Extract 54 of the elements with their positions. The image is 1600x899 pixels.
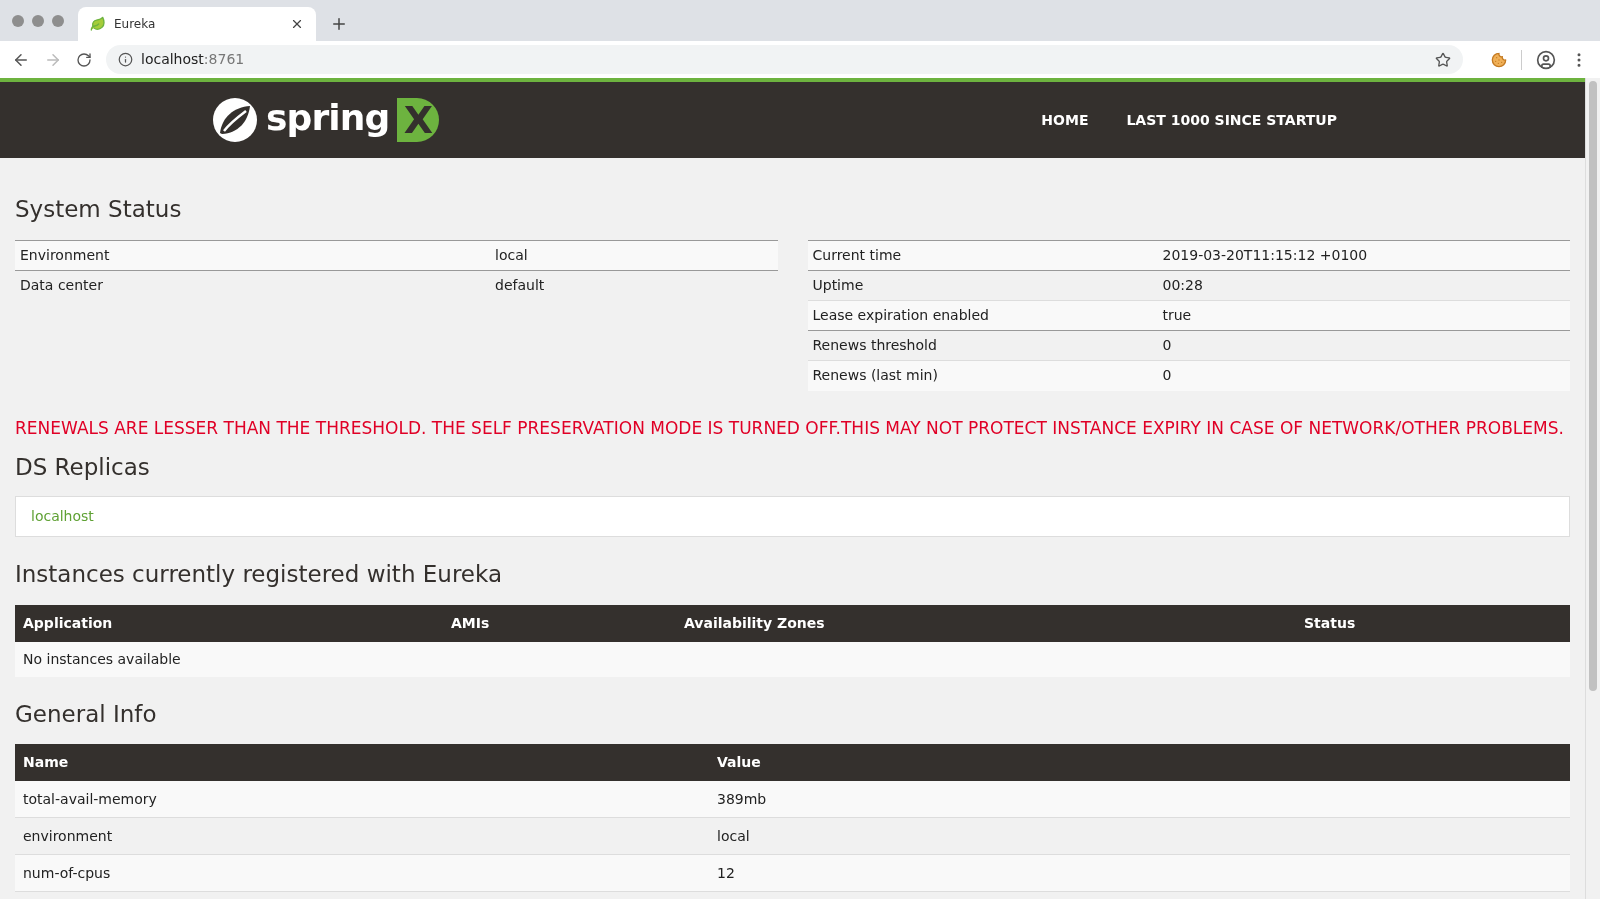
- logo-badge: X: [397, 98, 440, 142]
- table-cell-text: Current time: [811, 245, 903, 265]
- section-heading: General Info: [15, 699, 158, 729]
- table-cell-text: Environment: [19, 245, 111, 265]
- table-cell-text: 389mb: [716, 789, 768, 809]
- url-text: localhost:8761: [141, 50, 246, 69]
- table-cell-text: Renews threshold: [811, 335, 938, 355]
- cookie-icon[interactable]: [1491, 51, 1507, 68]
- warning-message: RENEWALS ARE LESSER THAN THE THRESHOLD. THE SELF PRESERVATION MODE IS TURNED OFF.THIS MAY NOT PROTECT INSTANCE EXPIRY IN CASE OF NETWORK/OTHER PROBLEMS.: [15, 418, 1565, 438]
- table-cell-text: default: [494, 275, 546, 295]
- column-header: Availability Zones: [683, 613, 826, 633]
- column-header: Status: [1303, 613, 1357, 633]
- table-cell-text: 0: [1161, 365, 1173, 385]
- column-header: AMIs: [450, 613, 491, 633]
- table-cell-text: 00:28: [1161, 275, 1204, 295]
- scrollbar-thumb[interactable]: [1589, 81, 1597, 691]
- table-cell-text: 2019-03-20T11:15:12 +0100: [1161, 245, 1369, 265]
- column-header: Value: [716, 753, 762, 772]
- leaf-icon: [90, 16, 106, 32]
- table-cell-text: total-avail-memory: [22, 789, 158, 809]
- table-cell-text: environment: [22, 826, 114, 846]
- table-cell-text: local: [716, 826, 751, 846]
- table-cell-text: local: [494, 245, 529, 265]
- new-tab-icon[interactable]: [330, 15, 348, 33]
- leaf-icon: [212, 97, 258, 143]
- nav-link[interactable]: HOME: [1041, 109, 1089, 131]
- profile-icon[interactable]: [1536, 49, 1556, 70]
- table-cell-text: No instances available: [23, 649, 181, 669]
- column-header: Name: [22, 753, 70, 772]
- table-cell-text: true: [1161, 305, 1193, 325]
- close-icon[interactable]: [290, 17, 304, 31]
- table-cell-text: Renews (last min): [811, 365, 939, 385]
- table-cell-text: Uptime: [811, 275, 865, 295]
- star-icon[interactable]: [1435, 51, 1451, 68]
- spring-logo[interactable]: spring X: [212, 97, 440, 143]
- table-cell-text: Lease expiration enabled: [811, 305, 990, 325]
- reload-icon[interactable]: [76, 51, 92, 68]
- column-header: Application: [22, 613, 114, 633]
- nav-link[interactable]: LAST 1000 SINCE STARTUP: [1126, 109, 1337, 131]
- table-cell-text: Data center: [19, 275, 104, 295]
- table-cell-text: 12: [716, 863, 736, 883]
- section-heading: Instances currently registered with Eureka: [15, 560, 503, 589]
- maximize-window-icon[interactable]: [52, 15, 64, 27]
- browser-tab[interactable]: Eureka: [78, 7, 316, 41]
- close-window-icon[interactable]: [12, 15, 24, 27]
- address-bar[interactable]: localhost:8761: [106, 45, 1463, 74]
- table-cell-text: num-of-cpus: [22, 863, 112, 883]
- minimize-window-icon[interactable]: [32, 15, 44, 27]
- table-cell-text: 0: [1161, 335, 1173, 355]
- tab-title: Eureka: [114, 16, 157, 33]
- section-heading: System Status: [15, 195, 183, 224]
- section-heading: DS Replicas: [15, 452, 151, 482]
- info-icon: [118, 52, 133, 67]
- logo-wordmark: spring: [266, 100, 390, 136]
